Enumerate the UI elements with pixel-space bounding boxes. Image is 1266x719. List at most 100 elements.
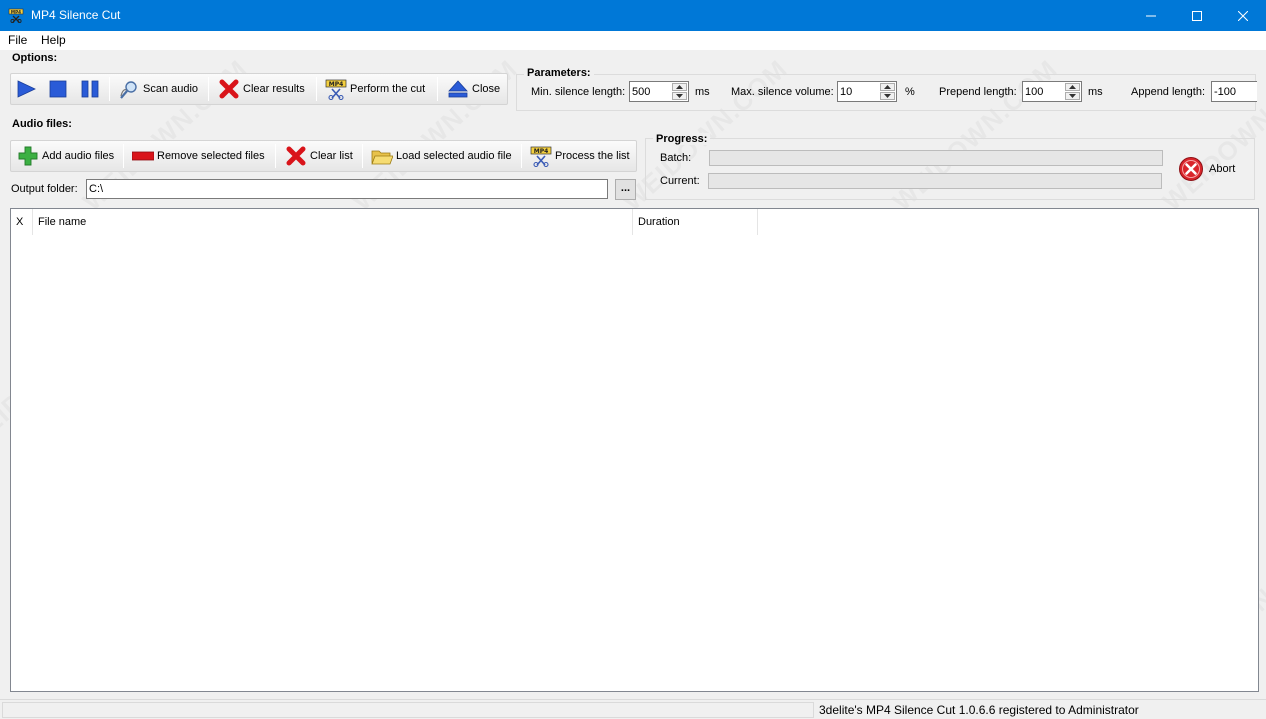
prepend-unit: ms: [1088, 86, 1103, 98]
close-button[interactable]: Close: [444, 74, 503, 104]
eject-icon: [448, 80, 468, 98]
mp4-scissors-icon: MP4: [325, 79, 347, 100]
append-label: Append length:: [1131, 86, 1206, 98]
window-title: MP4 Silence Cut: [31, 8, 121, 22]
arrow-down-icon: [1069, 94, 1076, 98]
close-label: Close: [472, 83, 501, 95]
title-bar: MP4 MP4 Silence Cut: [0, 0, 1266, 31]
red-x-icon: [286, 146, 306, 166]
parameters-label: Parameters:: [524, 67, 594, 79]
browse-folder-button[interactable]: ...: [615, 179, 636, 200]
max-volume-up[interactable]: [880, 83, 895, 91]
min-silence-up[interactable]: [672, 83, 687, 91]
scan-audio-button[interactable]: Scan audio: [115, 74, 201, 104]
maximize-icon: [1192, 10, 1202, 21]
min-silence-down[interactable]: [672, 92, 687, 100]
prepend-down[interactable]: [1065, 92, 1080, 100]
clear-results-label: Clear results: [243, 83, 305, 95]
toolbar-separator: [208, 77, 209, 101]
arrow-up-icon: [676, 85, 683, 89]
clear-results-button[interactable]: Clear results: [215, 74, 308, 104]
process-list-button[interactable]: MP4 Process the list: [527, 141, 633, 171]
svg-text:MP4: MP4: [11, 9, 21, 14]
open-folder-icon: [371, 150, 393, 165]
max-volume-label: Max. silence volume:: [731, 86, 834, 98]
clear-list-button[interactable]: Clear list: [282, 141, 356, 171]
menu-bar: File Help: [0, 31, 1266, 50]
abort-label: Abort: [1209, 163, 1236, 175]
min-silence-unit: ms: [695, 86, 710, 98]
clear-list-label: Clear list: [310, 150, 353, 162]
close-icon: [1238, 10, 1248, 21]
file-list[interactable]: X File name Duration: [10, 208, 1259, 692]
process-list-label: Process the list: [555, 150, 630, 162]
app-icon: MP4: [8, 8, 24, 23]
add-audio-files-button[interactable]: Add audio files: [14, 141, 117, 171]
load-selected-button[interactable]: Load selected audio file: [368, 141, 515, 171]
add-audio-files-label: Add audio files: [42, 150, 115, 162]
status-panel: [2, 702, 814, 718]
svg-text:MP4: MP4: [534, 148, 549, 155]
options-toolbar: Scan audio Clear results MP4 Perform the…: [10, 73, 508, 105]
output-folder-label: Output folder:: [11, 183, 78, 195]
max-volume-down[interactable]: [880, 92, 895, 100]
pause-icon: [81, 80, 99, 98]
toolbar-separator: [316, 77, 317, 101]
arrow-down-icon: [676, 94, 683, 98]
scan-icon: [120, 81, 137, 99]
append-input[interactable]: [1214, 84, 1254, 99]
menu-help[interactable]: Help: [41, 33, 66, 47]
remove-selected-label: Remove selected files: [157, 150, 265, 162]
play-button[interactable]: [12, 74, 40, 104]
prepend-label: Prepend length:: [939, 86, 1017, 98]
svg-text:MP4: MP4: [329, 81, 344, 88]
progress-frame: [645, 138, 1255, 200]
status-bar: 3delite's MP4 Silence Cut 1.0.6.6 regist…: [0, 699, 1266, 719]
toolbar-separator: [521, 144, 522, 168]
abort-icon: [1179, 157, 1203, 181]
min-silence-spinner: [629, 81, 689, 102]
stop-icon: [49, 80, 67, 98]
options-label: Options:: [12, 52, 58, 64]
progress-label: Progress:: [653, 133, 711, 145]
column-header-file-name[interactable]: File name: [33, 209, 633, 235]
remove-selected-button[interactable]: Remove selected files: [129, 141, 268, 171]
max-volume-spinner: [837, 81, 897, 102]
perform-cut-button[interactable]: MP4 Perform the cut: [322, 74, 428, 104]
prepend-up[interactable]: [1065, 83, 1080, 91]
perform-cut-label: Perform the cut: [350, 83, 426, 95]
status-text: 3delite's MP4 Silence Cut 1.0.6.6 regist…: [819, 703, 1139, 717]
minimize-button[interactable]: [1128, 0, 1174, 31]
load-selected-label: Load selected audio file: [396, 150, 512, 162]
stop-button[interactable]: [44, 74, 72, 104]
output-folder-input[interactable]: [86, 179, 608, 199]
mp4-scissors-icon: MP4: [530, 146, 552, 167]
current-label: Current:: [660, 175, 700, 187]
toolbar-separator: [109, 77, 110, 101]
min-silence-label: Min. silence length:: [531, 86, 626, 98]
red-x-icon: [219, 79, 239, 99]
toolbar-separator: [437, 77, 438, 101]
green-plus-icon: [18, 146, 38, 166]
arrow-up-icon: [1069, 85, 1076, 89]
audio-files-label: Audio files:: [12, 118, 72, 130]
toolbar-separator: [362, 144, 363, 168]
abort-button[interactable]: Abort: [1176, 153, 1242, 185]
arrow-up-icon: [884, 85, 891, 89]
arrow-down-icon: [884, 94, 891, 98]
maximize-button[interactable]: [1174, 0, 1220, 31]
close-window-button[interactable]: [1220, 0, 1266, 31]
min-silence-input[interactable]: [632, 84, 672, 99]
column-header-duration[interactable]: Duration: [633, 209, 758, 235]
minimize-icon: [1146, 15, 1156, 16]
append-spinner: [1211, 81, 1257, 102]
prepend-input[interactable]: [1025, 84, 1065, 99]
max-volume-input[interactable]: [840, 84, 880, 99]
max-volume-unit: %: [905, 86, 915, 98]
toolbar-separator: [275, 144, 276, 168]
column-header-x[interactable]: X: [11, 209, 33, 235]
prepend-spinner: [1022, 81, 1082, 102]
scan-audio-label: Scan audio: [143, 83, 199, 95]
pause-button[interactable]: [76, 74, 104, 104]
menu-file[interactable]: File: [8, 33, 27, 47]
